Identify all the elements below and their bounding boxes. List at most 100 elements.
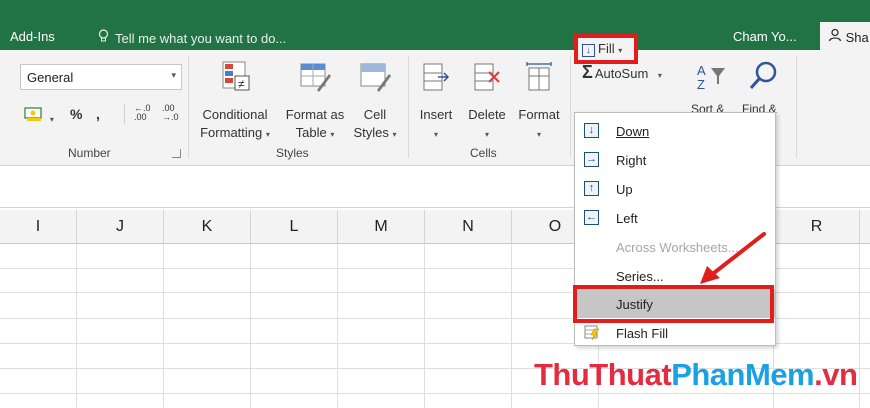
watermark-part-2: PhanMem bbox=[671, 357, 815, 392]
flash-fill-icon bbox=[584, 325, 600, 343]
fill-up-icon: ↑ bbox=[584, 181, 599, 196]
svg-text:Z: Z bbox=[697, 77, 705, 92]
delete-cells-button[interactable]: Delete ▾ bbox=[462, 60, 512, 144]
chevron-down-icon: ▾ bbox=[484, 130, 489, 139]
delete-label: Delete bbox=[468, 107, 506, 122]
autosum-label: AutoSum bbox=[594, 66, 649, 81]
chevron-down-icon: ▾ bbox=[330, 130, 335, 139]
ribbon-tab-bar: Add-Ins Tell me what you want to do... C… bbox=[0, 0, 870, 50]
chevron-down-icon: ▾ bbox=[536, 130, 541, 139]
divider bbox=[124, 104, 125, 124]
column-header-N[interactable]: N bbox=[425, 210, 512, 244]
accounting-format-button[interactable]: ▾ bbox=[24, 106, 54, 125]
number-format-select[interactable]: General ▾ bbox=[20, 64, 182, 90]
red-arrow-annotation bbox=[700, 232, 766, 284]
column-header-edge[interactable] bbox=[860, 210, 870, 244]
column-header-M[interactable]: M bbox=[338, 210, 425, 244]
chevron-down-icon: ▾ bbox=[392, 130, 397, 139]
conditional-formatting-icon: ≠ bbox=[194, 60, 276, 103]
column-header-R[interactable]: R bbox=[774, 210, 860, 244]
percent-style-button[interactable]: % bbox=[70, 106, 82, 122]
find-select-button[interactable] bbox=[744, 60, 784, 100]
increase-decimal-button[interactable]: ←.0.00 bbox=[134, 104, 151, 123]
dialog-launcher-icon[interactable] bbox=[172, 149, 181, 158]
column-header-L[interactable]: L bbox=[251, 210, 338, 244]
group-separator bbox=[570, 56, 571, 158]
sort-filter-button[interactable]: AZ bbox=[692, 62, 732, 100]
share-button[interactable]: Sha bbox=[820, 22, 870, 50]
format-cells-icon bbox=[512, 60, 566, 103]
insert-cells-button[interactable]: Insert ▾ bbox=[412, 60, 460, 144]
magnifier-icon bbox=[744, 60, 784, 97]
conditional-formatting-button[interactable]: ≠ Conditional Formatting ▾ bbox=[194, 60, 276, 144]
menu-item-fill-right[interactable]: → Right bbox=[575, 145, 775, 174]
menu-item-label: Up bbox=[616, 182, 633, 197]
cells-group-label: Cells bbox=[470, 146, 497, 160]
insert-label: Insert bbox=[419, 107, 453, 122]
fill-down-icon: ↓ bbox=[584, 123, 599, 138]
lightbulb-icon bbox=[98, 29, 109, 46]
menu-item-fill-down[interactable]: ↓ Down bbox=[575, 116, 775, 145]
chevron-down-icon: ▾ bbox=[618, 46, 623, 55]
column-header-K[interactable]: K bbox=[164, 210, 251, 244]
cell-styles-label-2: Styles bbox=[353, 125, 389, 140]
user-name[interactable]: Cham Yo... bbox=[733, 29, 797, 44]
menu-item-fill-up[interactable]: ↑ Up bbox=[575, 174, 775, 203]
menu-item-label: Down bbox=[616, 124, 650, 139]
chevron-down-icon: ▾ bbox=[265, 130, 270, 139]
cell-styles-label-1: Cell bbox=[363, 107, 387, 122]
autosum-button[interactable]: Σ AutoSum ▾ bbox=[582, 62, 662, 83]
watermark-part-1: ThuThuat bbox=[534, 357, 672, 392]
tell-me-search[interactable]: Tell me what you want to do... bbox=[98, 29, 286, 46]
decrease-decimal-button[interactable]: .00 →.0 bbox=[162, 104, 179, 123]
currency-icon bbox=[24, 107, 50, 125]
menu-item-label: Left bbox=[616, 211, 638, 226]
chevron-down-icon: ▾ bbox=[171, 70, 176, 80]
justify-highlight-box bbox=[573, 285, 774, 323]
svg-text:≠: ≠ bbox=[238, 77, 245, 91]
site-watermark: ThuThuatPhanMem.vn bbox=[534, 357, 858, 393]
chevron-down-icon: ▾ bbox=[433, 130, 438, 139]
watermark-part-3: .vn bbox=[814, 357, 858, 392]
format-as-table-label-2: Table bbox=[295, 125, 327, 140]
chevron-down-icon: ▾ bbox=[49, 115, 54, 124]
styles-group-label: Styles bbox=[276, 146, 309, 160]
menu-item-label: Series... bbox=[616, 269, 664, 284]
svg-text:A: A bbox=[697, 63, 706, 78]
fill-button[interactable]: ↓ Fill ▾ bbox=[574, 34, 638, 64]
format-as-table-button[interactable]: Format as Table ▾ bbox=[280, 60, 350, 144]
increase-decimal-icon: ←.0.00 bbox=[134, 103, 151, 122]
column-header-J[interactable]: J bbox=[77, 210, 164, 244]
column-header-I[interactable]: I bbox=[0, 210, 77, 244]
cell-styles-icon bbox=[350, 60, 400, 103]
insert-cells-icon bbox=[412, 60, 460, 103]
person-icon bbox=[828, 28, 846, 45]
format-label: Format bbox=[518, 107, 560, 122]
fill-label: Fill bbox=[598, 41, 615, 56]
format-as-table-label-1: Format as bbox=[285, 107, 345, 122]
grid-line bbox=[0, 393, 870, 394]
menu-item-label: Right bbox=[616, 153, 647, 168]
share-label: Sha bbox=[845, 30, 869, 45]
menu-item-label: Flash Fill bbox=[616, 326, 669, 341]
number-group-label: Number bbox=[68, 146, 111, 160]
number-format-value: General bbox=[27, 70, 74, 85]
fill-left-icon: ← bbox=[584, 210, 599, 225]
sort-filter-icon: AZ bbox=[692, 62, 732, 97]
conditional-formatting-label-1: Conditional bbox=[202, 107, 268, 122]
fill-down-arrow-icon: ↓ bbox=[582, 44, 595, 57]
format-as-table-icon bbox=[280, 60, 350, 103]
group-separator bbox=[796, 56, 797, 158]
tab-add-ins[interactable]: Add-Ins bbox=[10, 29, 55, 44]
conditional-formatting-label-2: Formatting bbox=[200, 125, 263, 140]
group-separator bbox=[408, 56, 409, 158]
comma-style-button[interactable]: , bbox=[96, 106, 100, 122]
format-cells-button[interactable]: Format ▾ bbox=[512, 60, 566, 144]
group-separator bbox=[188, 56, 189, 158]
chevron-down-icon: ▾ bbox=[657, 71, 662, 80]
tell-me-text: Tell me what you want to do... bbox=[115, 31, 287, 46]
decrease-decimal-icon: .00 →.0 bbox=[162, 103, 179, 122]
delete-cells-icon bbox=[462, 60, 512, 103]
fill-right-icon: → bbox=[584, 152, 599, 167]
cell-styles-button[interactable]: Cell Styles ▾ bbox=[350, 60, 400, 144]
